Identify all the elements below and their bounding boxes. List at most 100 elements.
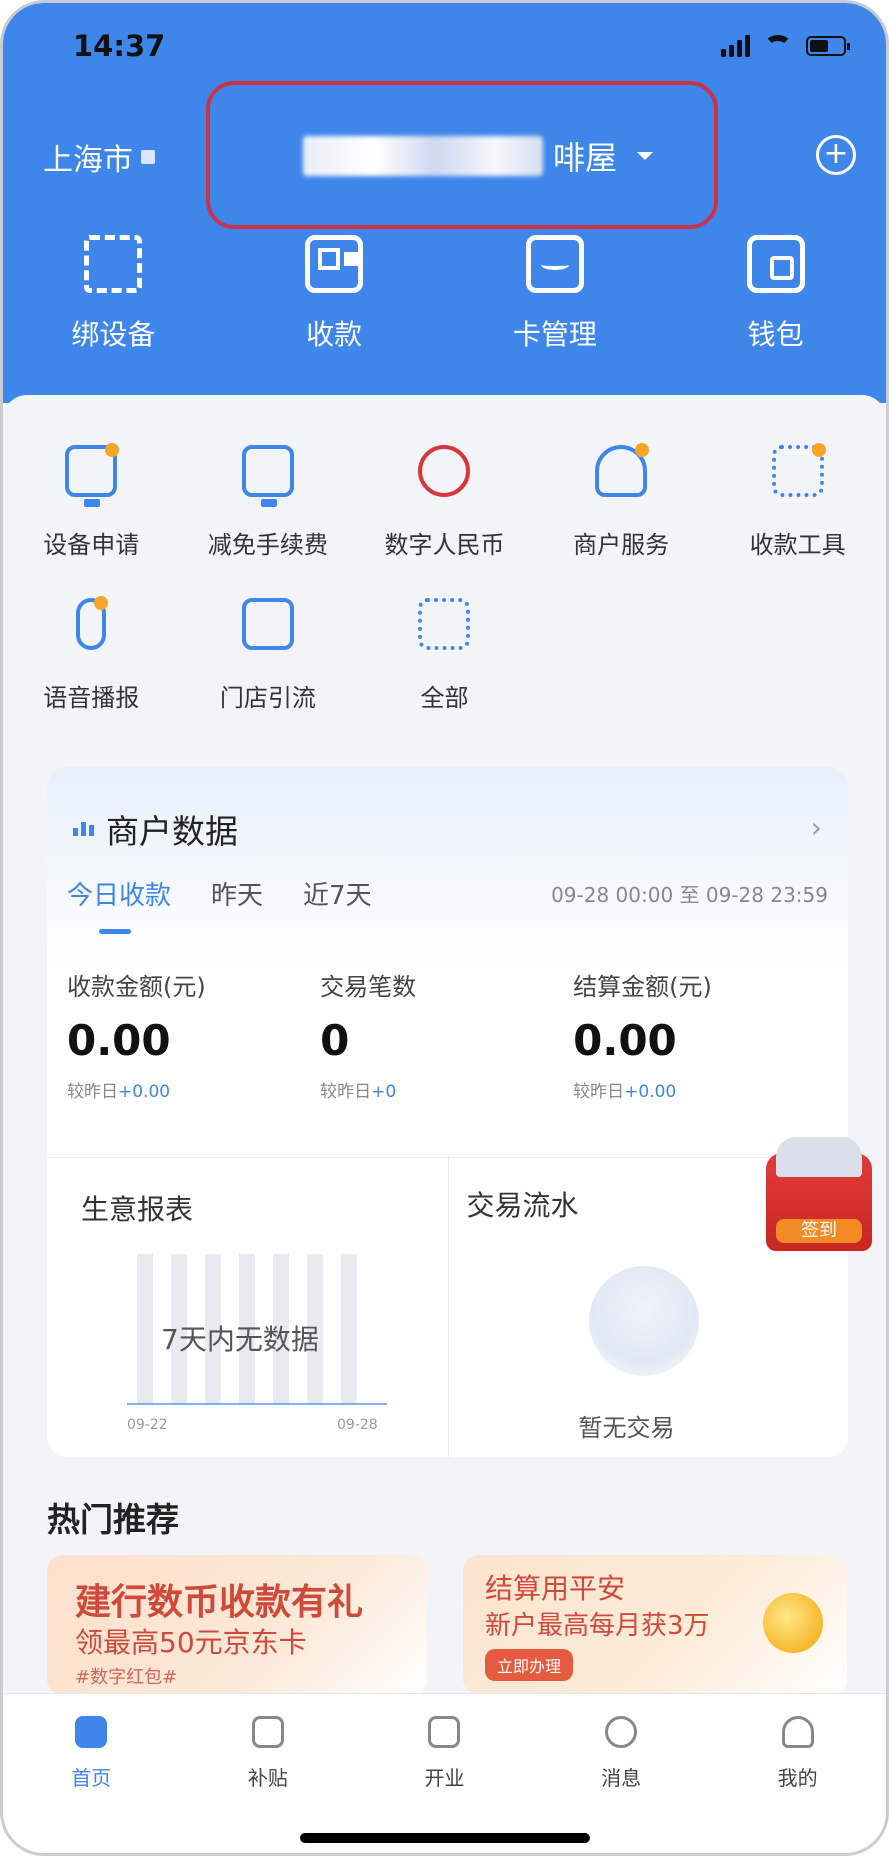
service-fee-waiver[interactable]: 减免手续费	[180, 445, 357, 560]
device-icon	[65, 443, 120, 507]
service-digital-rmb[interactable]: 数字人民币	[356, 445, 533, 560]
store-selector[interactable]: 啡屋	[303, 133, 654, 179]
service-all[interactable]: 全部	[356, 598, 533, 713]
quick-action-bind-device[interactable]: 绑设备	[3, 235, 224, 353]
coin-icon	[763, 1593, 823, 1653]
compare-value: +0.00	[118, 1082, 171, 1102]
chevron-down-icon	[141, 150, 155, 164]
subsidy-icon	[251, 1716, 284, 1748]
quick-action-label: 收款	[306, 318, 363, 351]
compare-value: +0	[371, 1082, 397, 1102]
payment-tools-icon	[771, 443, 826, 497]
home-icon	[75, 1716, 108, 1748]
promo-banner-pingan[interactable]: 结算用平安 新户最高每月获3万 立即办理	[463, 1555, 847, 1695]
metric-value: 0.00	[67, 1016, 171, 1065]
promo-banner-ccb[interactable]: 建行数币收款有礼 领最高50元京东卡 #数字红包#	[47, 1555, 427, 1695]
nav-home[interactable]: 首页	[3, 1694, 180, 1853]
metric-compare: 较昨日+0.00	[67, 1077, 320, 1102]
nav-label: 补贴	[247, 1766, 288, 1790]
qr-code-icon	[305, 235, 364, 293]
main-content: 设备申请 减免手续费 数字人民币 商户服务 收款工具 语音播报 门店引流 全部 …	[3, 395, 886, 1715]
metric-label: 收款金额(元)	[67, 973, 206, 1001]
tab-7days[interactable]: 近7天	[303, 875, 372, 912]
metric-count: 交易笔数 0 较昨日+0	[320, 967, 573, 1102]
service-grid: 设备申请 减免手续费 数字人民币 商户服务 收款工具 语音播报 门店引流 全部	[3, 443, 886, 751]
card-icon	[525, 235, 584, 293]
open-store-icon	[428, 1716, 461, 1748]
message-icon	[605, 1716, 638, 1748]
nav-subsidy[interactable]: 补贴	[180, 1694, 357, 1853]
digital-rmb-icon	[418, 445, 471, 497]
promo-headline: 结算用平安	[485, 1572, 626, 1605]
metrics-row: 收款金额(元) 0.00 较昨日+0.00 交易笔数 0 较昨日+0 结算金额(…	[67, 967, 827, 1102]
scan-icon	[84, 235, 143, 293]
promo-tag: #数字红包#	[75, 1667, 178, 1688]
metric-value: 0	[320, 1016, 350, 1065]
quick-action-collect[interactable]: 收款	[224, 235, 445, 353]
quick-action-wallet[interactable]: 钱包	[665, 235, 886, 353]
promo-apply-button[interactable]: 立即办理	[485, 1649, 574, 1681]
city-selector[interactable]: 上海市	[43, 135, 155, 179]
date-range: 09-28 00:00 至 09-28 23:59	[551, 883, 828, 907]
business-report-card[interactable]: 生意报表 09-22 09-28 7天内无数据	[47, 1158, 448, 1457]
metric-compare: 较昨日+0	[320, 1077, 573, 1102]
service-store-traffic[interactable]: 门店引流	[180, 598, 357, 713]
chevron-right-icon[interactable]: ›	[811, 811, 822, 844]
wallet-icon	[746, 235, 805, 293]
battery-icon	[806, 36, 850, 56]
date-tabs: 今日收款 昨天 近7天	[67, 875, 372, 934]
wifi-icon	[764, 35, 792, 57]
service-label: 商户服务	[573, 531, 670, 559]
no-transactions-text: 暂无交易	[578, 1414, 675, 1442]
promo-subline: 新户最高每月获3万	[485, 1611, 710, 1641]
no-data-illustration	[588, 1266, 699, 1376]
tab-yesterday[interactable]: 昨天	[211, 875, 263, 912]
service-device-apply[interactable]: 设备申请	[3, 443, 180, 560]
service-payment-tools[interactable]: 收款工具	[709, 443, 886, 560]
service-label: 语音播报	[43, 684, 140, 712]
nav-label: 我的	[777, 1766, 818, 1790]
service-label: 全部	[420, 684, 469, 712]
report-x-start: 09-22	[127, 1417, 168, 1433]
chevron-down-icon	[637, 152, 654, 160]
signal-icon	[721, 35, 750, 57]
store-traffic-icon	[241, 598, 294, 650]
promo-headline: 建行数币收款有礼	[75, 1582, 364, 1623]
metric-compare: 较昨日+0.00	[573, 1077, 826, 1102]
quick-actions: 绑设备 收款 卡管理 钱包	[3, 235, 886, 353]
compare-prefix: 较昨日	[573, 1082, 625, 1102]
service-merchant[interactable]: 商户服务	[533, 443, 710, 560]
home-indicator[interactable]	[299, 1833, 590, 1843]
status-time: 14:37	[73, 29, 166, 63]
store-name-suffix: 啡屋	[553, 139, 618, 177]
quick-action-label: 卡管理	[512, 318, 597, 351]
checkin-label: 签到	[776, 1219, 862, 1243]
checkin-floating-badge[interactable]: 签到	[766, 1137, 872, 1251]
merchant-data-title-text: 商户数据	[106, 812, 238, 851]
service-label: 数字人民币	[384, 531, 505, 559]
app-screen: 14:37 上海市 啡屋 + 绑设备 收款 卡管理 钱包 设备申请 减免手续费 …	[0, 0, 889, 1856]
merchant-data-title[interactable]: 商户数据	[73, 805, 238, 853]
nav-label: 开业	[424, 1766, 465, 1790]
quick-action-cards[interactable]: 卡管理	[445, 235, 666, 353]
report-x-end: 09-28	[337, 1417, 378, 1433]
nav-open-store[interactable]: 开业	[356, 1694, 533, 1853]
bottom-nav: 首页 补贴 开业 消息 我的	[3, 1693, 886, 1853]
header-area: 14:37 上海市 啡屋 + 绑设备 收款 卡管理 钱包	[3, 3, 886, 403]
quick-action-label: 绑设备	[71, 318, 156, 351]
nav-messages[interactable]: 消息	[533, 1694, 710, 1853]
profile-icon	[781, 1716, 814, 1748]
service-label: 收款工具	[749, 531, 846, 559]
service-voice-broadcast[interactable]: 语音播报	[3, 596, 180, 713]
status-icons	[721, 35, 850, 57]
all-apps-icon	[418, 598, 471, 650]
store-name-blurred	[303, 136, 543, 176]
add-icon[interactable]: +	[816, 135, 856, 175]
compare-value: +0.00	[624, 1082, 677, 1102]
nav-profile[interactable]: 我的	[709, 1694, 886, 1853]
compare-prefix: 较昨日	[320, 1082, 372, 1102]
service-label: 门店引流	[219, 684, 316, 712]
status-bar: 14:37	[3, 25, 886, 75]
metric-settlement: 结算金额(元) 0.00 较昨日+0.00	[573, 967, 826, 1102]
tab-today[interactable]: 今日收款	[67, 875, 171, 934]
